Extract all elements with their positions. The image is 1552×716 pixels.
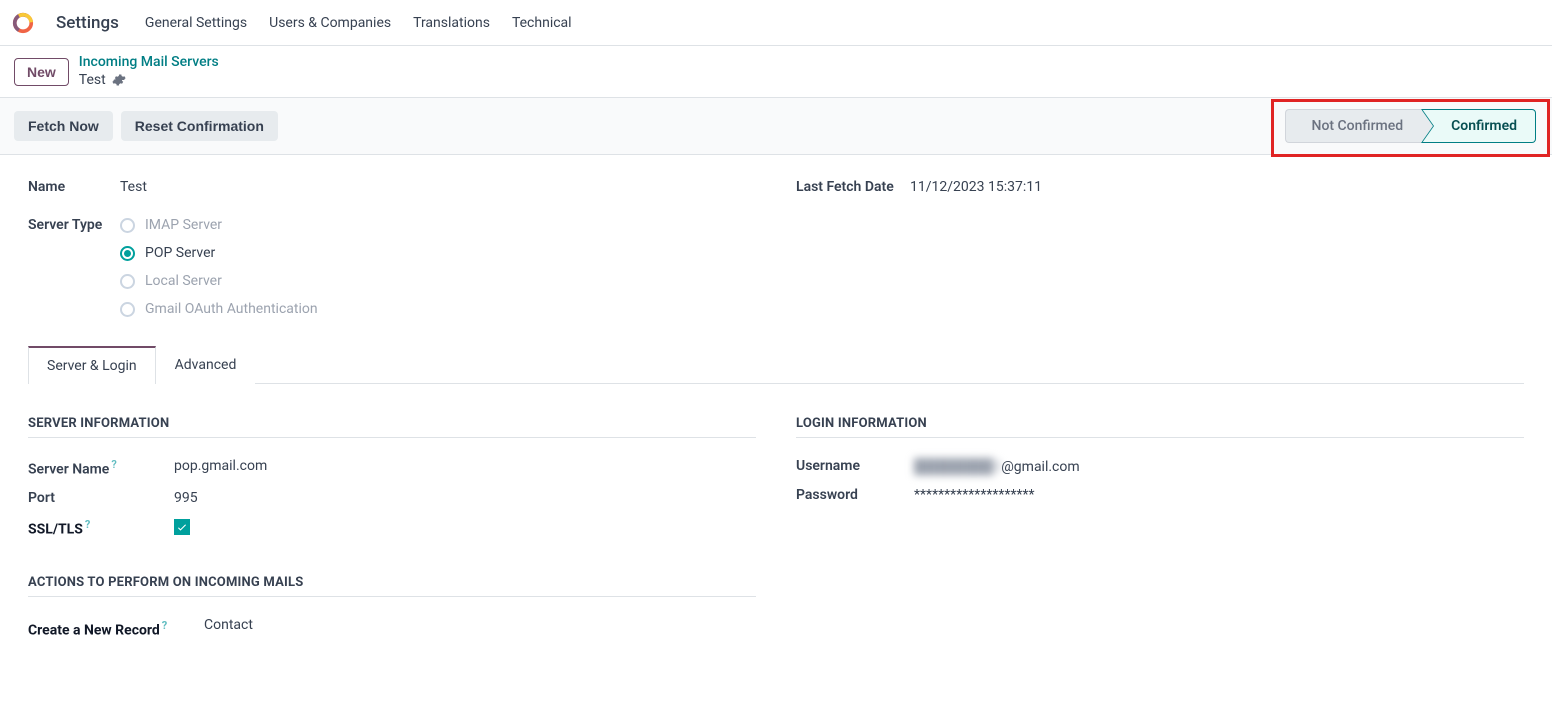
name-label: Name xyxy=(28,177,120,195)
status-not-confirmed[interactable]: Not Confirmed xyxy=(1285,109,1422,143)
server-type-pop[interactable]: POP Server xyxy=(120,245,318,261)
server-type-imap[interactable]: IMAP Server xyxy=(120,217,318,233)
fetch-now-button[interactable]: Fetch Now xyxy=(14,111,113,141)
gear-icon[interactable] xyxy=(112,73,126,87)
password-label: Password xyxy=(796,487,878,503)
nav-technical[interactable]: Technical xyxy=(512,15,572,31)
help-icon[interactable]: ? xyxy=(162,619,167,632)
breadcrumb-parent-link[interactable]: Incoming Mail Servers xyxy=(79,54,219,72)
breadcrumb-current: Test xyxy=(79,72,106,90)
server-type-gmail-oauth[interactable]: Gmail OAuth Authentication xyxy=(120,301,318,317)
login-info-title: Login Information xyxy=(796,416,1524,438)
status-bar: Not Confirmed Confirmed xyxy=(1285,109,1536,143)
last-fetch-value: 11/12/2023 15:37:11 xyxy=(910,177,1042,195)
create-record-value[interactable]: Contact xyxy=(204,617,253,639)
tab-advanced[interactable]: Advanced xyxy=(156,346,256,384)
nav-general-settings[interactable]: General Settings xyxy=(145,15,247,31)
username-value[interactable]: ████████3@gmail.com xyxy=(914,458,1080,475)
port-value[interactable]: 995 xyxy=(174,490,198,506)
breadcrumb: Incoming Mail Servers Test xyxy=(79,54,219,89)
server-type-local[interactable]: Local Server xyxy=(120,273,318,289)
app-title[interactable]: Settings xyxy=(56,13,119,33)
password-value[interactable]: ******************** xyxy=(914,487,1035,503)
status-confirmed[interactable]: Confirmed xyxy=(1421,109,1536,143)
name-value[interactable]: Test xyxy=(120,177,147,195)
port-label: Port xyxy=(28,490,138,506)
reset-confirmation-button[interactable]: Reset Confirmation xyxy=(121,111,278,141)
last-fetch-label: Last Fetch Date xyxy=(796,177,910,195)
nav-users-companies[interactable]: Users & Companies xyxy=(269,15,391,31)
server-type-label: Server Type xyxy=(28,215,120,233)
username-label: Username xyxy=(796,458,878,475)
odoo-logo-icon[interactable] xyxy=(12,12,34,34)
help-icon[interactable]: ? xyxy=(85,518,90,531)
ssl-checkbox[interactable] xyxy=(174,519,190,535)
server-name-label: Server Name? xyxy=(28,458,138,478)
tab-server-login[interactable]: Server & Login xyxy=(28,346,156,384)
create-record-label: Create a New Record? xyxy=(28,617,168,639)
incoming-actions-title: Actions to Perform on Incoming Mails xyxy=(28,575,756,597)
server-name-value[interactable]: pop.gmail.com xyxy=(174,458,267,478)
ssl-label: SSL/TLS? xyxy=(28,518,138,538)
server-info-title: Server Information xyxy=(28,416,756,438)
nav-translations[interactable]: Translations xyxy=(413,15,490,31)
new-button[interactable]: New xyxy=(14,58,69,86)
help-icon[interactable]: ? xyxy=(111,458,116,471)
